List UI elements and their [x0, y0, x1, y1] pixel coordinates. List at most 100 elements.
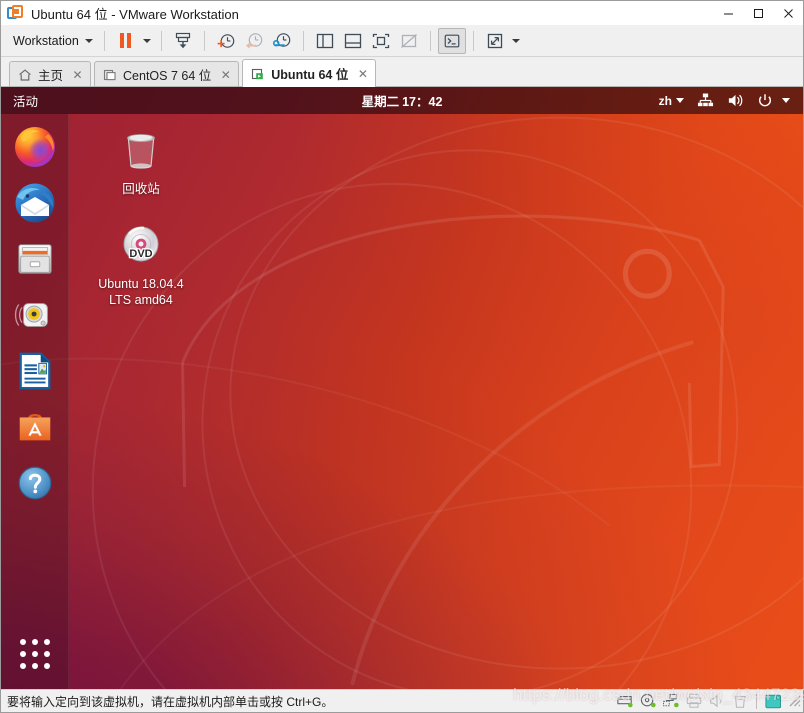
unity-dropdown-button[interactable] — [509, 28, 523, 54]
minimize-button[interactable] — [713, 1, 743, 25]
chevron-down-icon — [676, 98, 684, 103]
dock-item-help[interactable] — [12, 460, 58, 506]
tab-strip: 主页 ✕ CentOS 7 64 位 ✕ Ubuntu 64 位 ✕ — [1, 57, 803, 87]
printer-icon — [686, 693, 702, 708]
chevron-down-icon — [782, 98, 790, 103]
power-menu-button[interactable] — [752, 90, 795, 112]
volume-indicator[interactable] — [722, 89, 749, 112]
revert-snapshot-button — [240, 28, 268, 54]
sound-card-icon — [710, 694, 722, 708]
unity-mode-button[interactable] — [481, 28, 509, 54]
expand-arrows-icon — [487, 33, 502, 48]
network-adapter-icon — [663, 693, 679, 708]
status-hard-disk[interactable] — [614, 691, 636, 711]
pause-icon — [120, 33, 132, 48]
status-printer[interactable] — [683, 691, 705, 711]
chevron-down-icon — [84, 38, 93, 43]
shared-folder-icon — [764, 694, 781, 708]
network-indicator[interactable] — [692, 89, 719, 112]
take-snapshot-button[interactable] — [212, 28, 240, 54]
system-tray: zh — [654, 89, 803, 112]
tab-centos-label: CentOS 7 64 位 — [123, 69, 212, 83]
toolbar-separator — [429, 30, 431, 51]
firefox-icon — [14, 127, 55, 167]
workstation-menu-button[interactable]: Workstation — [7, 28, 97, 54]
snapshot-manager-button[interactable] — [268, 28, 296, 54]
activities-button[interactable]: 活动 — [1, 87, 50, 114]
vmware-workstation-window: Ubuntu 64 位 - VMware Workstation Worksta… — [0, 0, 804, 713]
trash-icon — [115, 125, 167, 177]
status-shared-folders[interactable] — [762, 691, 784, 711]
keyboard-layout-label: zh — [658, 93, 672, 108]
show-thumbnail-bar-button[interactable] — [339, 28, 367, 54]
window-controls — [713, 1, 803, 25]
dock-item-libreoffice-writer[interactable] — [12, 348, 58, 394]
vm-stopped-icon — [103, 68, 117, 82]
cd-dvd-icon — [640, 693, 656, 708]
device-status-tray — [614, 691, 801, 711]
desktop-icon-trash-label: 回收站 — [122, 182, 160, 196]
tab-close-icon[interactable]: ✕ — [71, 68, 84, 81]
ubuntu-software-bag-icon — [19, 413, 50, 441]
tab-ubuntu-label: Ubuntu 64 位 — [271, 68, 349, 82]
close-button[interactable] — [773, 1, 803, 25]
ubuntu-dock — [1, 114, 69, 689]
gnome-top-bar: 活动 星期二 17：42 zh — [1, 87, 803, 114]
tab-close-icon[interactable]: ✕ — [356, 67, 369, 80]
send-key-icon — [175, 32, 190, 48]
status-sound-card[interactable] — [706, 691, 728, 711]
window-title: Ubuntu 64 位 - VMware Workstation — [31, 6, 239, 22]
clock-time: 17：42 — [402, 95, 443, 109]
desktop-icon-ubuntu-dvd-label: Ubuntu 18.04.4 LTS amd64 — [98, 277, 184, 307]
status-network-adapter[interactable] — [660, 691, 682, 711]
dock-item-files[interactable] — [12, 236, 58, 282]
tab-centos[interactable]: CentOS 7 64 位 ✕ — [94, 61, 240, 87]
console-view-button[interactable] — [437, 27, 466, 54]
thumbnails-button — [395, 28, 423, 54]
toolbar-separator — [302, 30, 304, 51]
send-ctrl-alt-del-button[interactable] — [169, 28, 197, 54]
vm-console[interactable]: 活动 星期二 17：42 zh 回收站 DVD Ubuntu 18.04.4 L… — [1, 87, 803, 689]
console-icon — [444, 34, 460, 47]
tab-ubuntu[interactable]: Ubuntu 64 位 ✕ — [242, 59, 377, 87]
dock-item-firefox[interactable] — [12, 124, 58, 170]
tab-home[interactable]: 主页 ✕ — [9, 61, 92, 87]
desktop-icon-trash[interactable]: 回收站 — [91, 121, 191, 200]
show-library-button[interactable] — [311, 28, 339, 54]
maximize-button[interactable] — [743, 1, 773, 25]
power-dropdown-button[interactable] — [140, 28, 154, 54]
tab-close-icon[interactable]: ✕ — [219, 68, 232, 81]
rhythmbox-speaker-icon — [14, 303, 48, 327]
activities-label: 活动 — [13, 95, 39, 109]
main-toolbar: Workstation — [1, 25, 803, 57]
files-cabinet-icon — [17, 244, 52, 274]
dock-item-rhythmbox[interactable] — [12, 292, 58, 338]
snapshot-revert-icon — [245, 32, 263, 49]
dock-item-thunderbird[interactable] — [12, 180, 58, 226]
show-applications-button[interactable] — [12, 631, 58, 677]
status-cd-dvd[interactable] — [637, 691, 659, 711]
chevron-down-icon — [142, 38, 151, 43]
panel-left-icon — [316, 33, 333, 48]
suspend-button[interactable] — [112, 28, 140, 54]
dock-item-ubuntu-software[interactable] — [12, 404, 58, 450]
help-question-icon — [18, 466, 51, 500]
thumbnails-off-icon — [400, 33, 417, 48]
toolbar-separator — [472, 30, 474, 51]
libreoffice-writer-icon — [19, 352, 50, 390]
volume-icon — [728, 94, 743, 107]
resize-grip-icon[interactable] — [787, 693, 801, 709]
vm-running-icon — [251, 67, 265, 81]
desktop-icon-ubuntu-dvd[interactable]: DVD Ubuntu 18.04.4 LTS amd64 — [91, 216, 191, 311]
vmware-logo-icon — [7, 5, 23, 21]
fullscreen-icon — [372, 33, 389, 48]
fullscreen-button[interactable] — [367, 28, 395, 54]
thunderbird-icon — [15, 183, 54, 223]
chevron-down-icon — [511, 38, 520, 43]
titlebar: Ubuntu 64 位 - VMware Workstation — [1, 1, 803, 25]
desktop-icon-area: 回收站 DVD Ubuntu 18.04.4 LTS amd64 — [91, 121, 201, 327]
status-bar: 要将输入定向到该虚拟机，请在虚拟机内部单击或按 Ctrl+G。 — [1, 689, 803, 712]
dvd-disc-icon: DVD — [115, 220, 167, 272]
keyboard-layout-indicator[interactable]: zh — [654, 91, 689, 111]
status-usb[interactable] — [729, 691, 751, 711]
